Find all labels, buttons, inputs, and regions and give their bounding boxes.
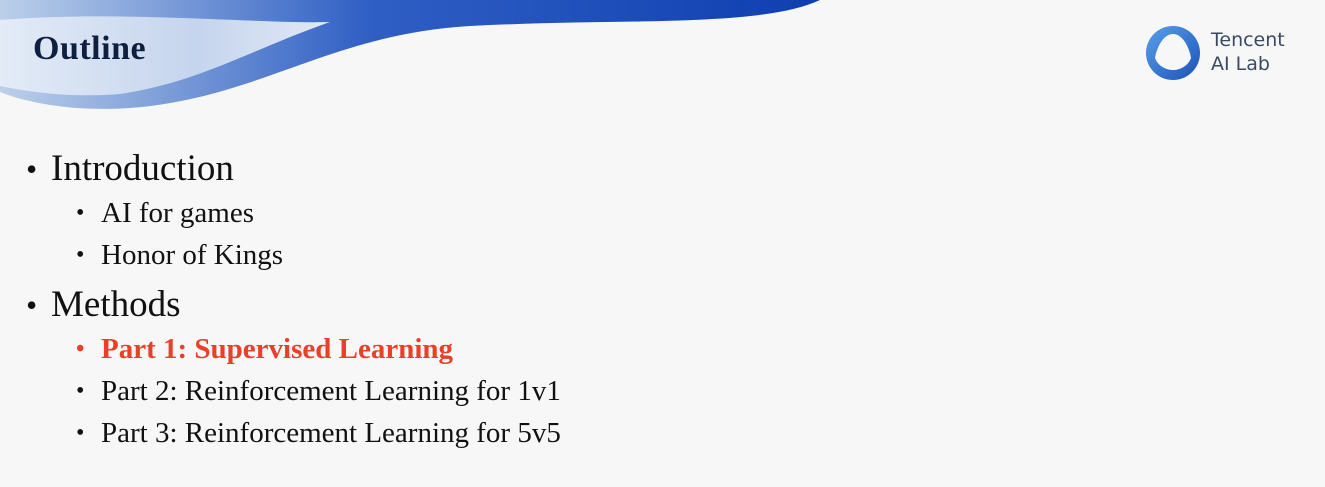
logo-text-line1: Tencent	[1211, 29, 1285, 51]
logo-mark-icon	[1146, 26, 1200, 80]
item-label: AI for games	[101, 197, 255, 229]
item-label: Part 3: Reinforcement Learning for 5v5	[101, 417, 561, 449]
item-label: Part 2: Reinforcement Learning for 1v1	[101, 375, 561, 407]
outline-item-honor-of-kings: Honor of Kings	[76, 234, 561, 276]
item-label: Honor of Kings	[101, 239, 284, 271]
outline-item-part1-active: Part 1: Supervised Learning	[76, 328, 561, 370]
header-wave-decoration	[0, 0, 820, 109]
outline-section-introduction: Introduction	[26, 146, 561, 192]
logo-text-line2: AI Lab	[1211, 53, 1270, 75]
outline-subsection-group: Part 1: Supervised Learning Part 2: Rein…	[26, 328, 561, 454]
outline-section-methods: Methods	[26, 282, 561, 328]
outline-item-ai-for-games: AI for games	[76, 192, 561, 234]
outline-list: Introduction AI for games Honor of Kings…	[26, 146, 561, 454]
introduction-items: AI for games Honor of Kings	[26, 192, 561, 276]
tencent-ai-lab-logo: Tencent AI Lab	[1144, 24, 1304, 84]
logo-wordmark: Tencent AI Lab	[1211, 28, 1285, 76]
methods-items: Part 1: Supervised Learning Part 2: Rein…	[26, 328, 561, 454]
outline-item-part3: Part 3: Reinforcement Learning for 5v5	[76, 412, 561, 454]
slide-title: Outline	[33, 30, 147, 67]
section-label: Methods	[51, 284, 181, 325]
outline-subsection-group: AI for games Honor of Kings	[26, 192, 561, 276]
item-label: Part 1: Supervised Learning	[101, 333, 454, 365]
section-label: Introduction	[51, 148, 234, 189]
slide: Outline Tencent AI Lab Introduction AI f…	[0, 0, 1325, 487]
outline-item-part2: Part 2: Reinforcement Learning for 1v1	[76, 370, 561, 412]
